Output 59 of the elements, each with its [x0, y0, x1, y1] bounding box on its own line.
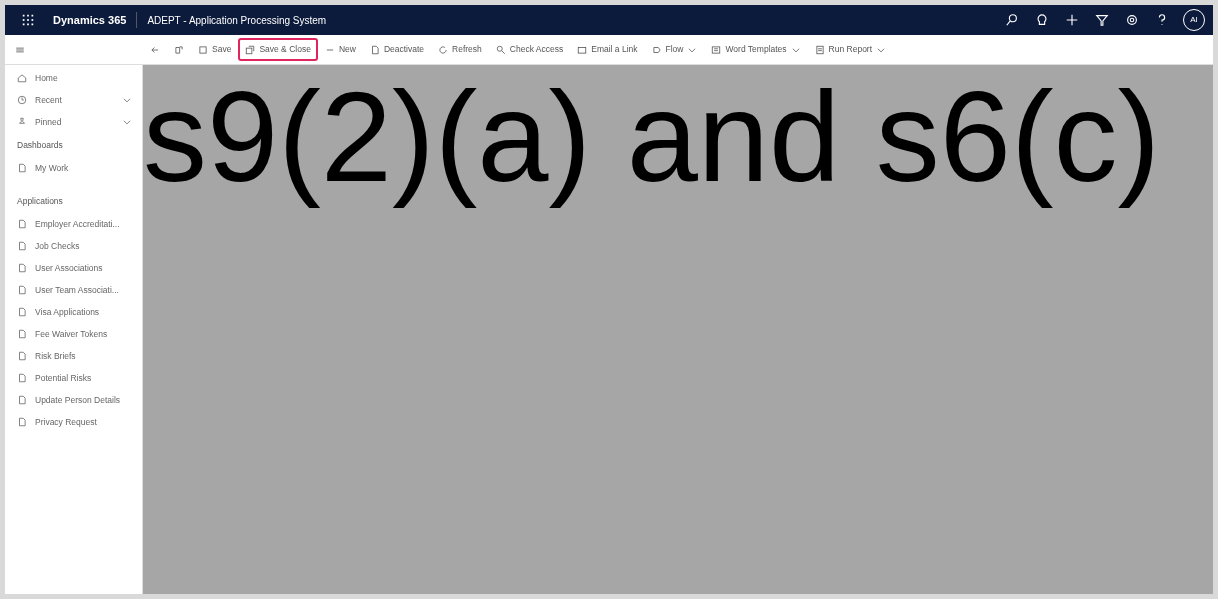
document-icon [17, 417, 27, 427]
filter-icon[interactable] [1095, 13, 1109, 27]
left-arrow-icon [150, 44, 160, 55]
sidebar-item[interactable]: Risk Briefs [5, 345, 142, 367]
document-icon [17, 351, 27, 361]
document-icon [17, 329, 27, 339]
sidebar-item[interactable]: Privacy Request [5, 411, 142, 433]
sidebar-item[interactable]: Pinned [5, 111, 142, 133]
envelope-icon [577, 44, 588, 55]
app-title: ADEPT - Application Processing System [146, 13, 328, 28]
magnifier-icon [495, 44, 506, 55]
redaction-text: s9(2)(a) and s6(c) [143, 65, 1161, 210]
sidebar-item[interactable]: User Associations [5, 257, 142, 279]
toolbar-button[interactable]: Email a Link [570, 38, 645, 61]
document-icon [369, 44, 380, 55]
sidebar-item[interactable]: User Team Associati... [5, 279, 142, 301]
toolbar-button[interactable]: Flow [644, 38, 705, 61]
app-name[interactable]: Dynamics 365 [43, 11, 138, 29]
flow-icon [651, 44, 662, 55]
clock-icon [17, 95, 27, 105]
sidebar-item[interactable]: Update Person Details [5, 389, 142, 411]
sidebar-item[interactable]: Home [5, 67, 142, 89]
document-icon [17, 395, 27, 405]
toolbar-button[interactable]: Run Report [807, 38, 894, 61]
sidebar-item[interactable]: My Work [5, 157, 142, 179]
app-launcher-icon[interactable] [21, 13, 35, 27]
toolbar-button[interactable]: Save & Close [238, 38, 318, 61]
plus-icon[interactable] [1065, 13, 1079, 27]
sidebar-item[interactable]: Job Checks [5, 235, 142, 257]
lightbulb-icon[interactable] [1035, 13, 1049, 27]
sidebar-item[interactable]: Visa Applications [5, 301, 142, 323]
sidebar-item[interactable]: Recent [5, 89, 142, 111]
sidebar-item[interactable]: Employer Accreditati... [5, 213, 142, 235]
toolbar-button[interactable]: Deactivate [362, 38, 432, 61]
report-icon [814, 44, 825, 55]
document-icon [17, 285, 27, 295]
document-icon [17, 263, 27, 273]
toolbar-button[interactable]: Refresh [431, 38, 489, 61]
refresh-icon [438, 44, 449, 55]
search-icon[interactable] [1005, 13, 1019, 27]
home-icon [17, 73, 27, 83]
document-icon [17, 219, 27, 229]
toolbar-button[interactable]: Save [191, 38, 239, 61]
toolbar-button[interactable]: Check Access [488, 38, 571, 61]
section-heading: Dashboards [16, 138, 64, 152]
document-icon [17, 163, 27, 173]
document-icon [17, 373, 27, 383]
document-icon [17, 307, 27, 317]
document-icon [17, 241, 27, 251]
section-heading: Applications [16, 194, 64, 208]
square-icon [198, 44, 208, 55]
toolbar-button[interactable]: New [317, 38, 363, 61]
toolbar-button[interactable]: Word Templates [704, 38, 808, 61]
sidebar-item[interactable]: Fee Waiver Tokens [5, 323, 142, 345]
stacked-squares-icon [245, 44, 256, 55]
settings-icon[interactable] [1125, 13, 1139, 27]
popout-icon [174, 44, 184, 55]
word-document-icon [711, 44, 722, 55]
sidebar-item[interactable]: Potential Risks [5, 367, 142, 389]
